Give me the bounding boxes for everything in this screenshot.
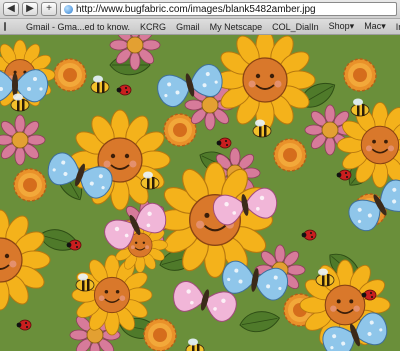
globe-icon — [64, 4, 73, 14]
url-text: http://www.bugfabric.com/images/blank548… — [76, 3, 316, 15]
bookmark-my-netscape[interactable]: My Netscape — [210, 22, 263, 32]
plus-icon: + — [46, 3, 52, 14]
back-arrow-icon: ◀ — [7, 3, 15, 14]
address-bar[interactable]: http://www.bugfabric.com/images/blank548… — [60, 2, 397, 16]
forward-button[interactable]: ▶ — [22, 2, 38, 16]
fabric-print-image — [0, 35, 400, 351]
new-tab-button[interactable]: + — [41, 2, 57, 16]
bookmark-gmail-long[interactable]: Gmail - Gma...ed to know. — [26, 22, 130, 32]
bookmark-gmail[interactable]: Gmail — [176, 22, 200, 32]
bookmark-mac-menu[interactable]: Mac▾ — [364, 21, 386, 32]
browser-window: ◀ ▶ + http://www.bugfabric.com/images/bl… — [0, 0, 400, 351]
bookmark-shop-menu[interactable]: Shop▾ — [329, 21, 355, 32]
bookmarks-bar: Gmail - Gma...ed to know. KCRG Gmail My … — [0, 19, 400, 35]
bookmarks-book-icon[interactable] — [4, 22, 6, 31]
bookmark-in[interactable]: In — [396, 22, 400, 32]
back-button[interactable]: ◀ — [3, 2, 19, 16]
bookmark-kcrg[interactable]: KCRG — [140, 22, 166, 32]
browser-toolbar: ◀ ▶ + http://www.bugfabric.com/images/bl… — [0, 0, 400, 19]
bookmark-col-dialin[interactable]: COL_DialIn — [272, 22, 319, 32]
forward-arrow-icon: ▶ — [26, 3, 34, 14]
page-content — [0, 35, 400, 351]
